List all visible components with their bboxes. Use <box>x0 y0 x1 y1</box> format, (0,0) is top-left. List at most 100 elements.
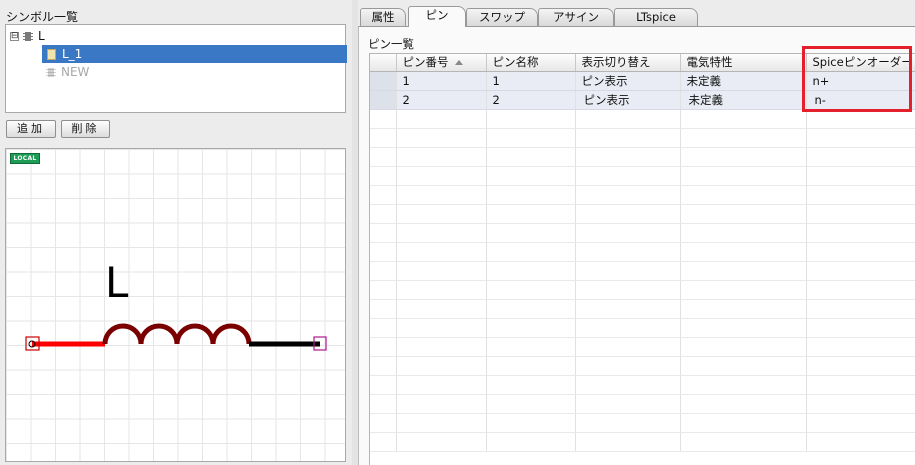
delete-button[interactable]: 削除 <box>61 120 110 138</box>
empty-cell <box>806 299 915 319</box>
table-row[interactable]: 1 1 ピン表示 未定義 n+ <box>370 71 915 91</box>
tree-item-label: NEW <box>61 65 90 79</box>
tree-item-l1[interactable]: L_1 <box>42 45 347 63</box>
empty-cell <box>370 318 397 338</box>
empty-row <box>370 432 915 452</box>
empty-cell <box>575 432 681 452</box>
empty-cell <box>575 185 681 205</box>
empty-cell <box>575 261 681 281</box>
empty-row <box>370 204 915 224</box>
tree-item-label: L_1 <box>62 47 83 61</box>
add-button[interactable]: 追加 <box>6 120 56 138</box>
empty-cell <box>680 242 807 262</box>
row-header-corner <box>370 54 397 72</box>
empty-cell <box>396 223 487 243</box>
empty-cell <box>680 337 807 357</box>
empty-cell <box>680 147 807 167</box>
empty-cell <box>486 204 576 224</box>
empty-cell <box>370 299 397 319</box>
empty-cell <box>806 147 915 167</box>
empty-cell <box>370 413 397 433</box>
pin-table[interactable]: ピン番号 ピン名称 表示切り替え 電気特性 Spiceピンオーダー 1 1 ピン… <box>369 53 915 465</box>
empty-cell <box>370 356 397 376</box>
empty-cell <box>370 242 397 262</box>
empty-cell <box>806 185 915 205</box>
empty-cell <box>486 223 576 243</box>
cell-display[interactable]: ピン表示 <box>575 90 681 110</box>
empty-cell <box>806 337 915 357</box>
cell-pin-number[interactable]: 1 <box>396 71 487 91</box>
empty-cell <box>680 185 807 205</box>
empty-row <box>370 147 915 167</box>
cell-pin-number[interactable]: 2 <box>396 90 487 110</box>
empty-cell <box>370 375 397 395</box>
empty-row <box>370 223 915 243</box>
tab-assign[interactable]: アサイン <box>538 8 614 27</box>
cell-pin-name[interactable]: 1 <box>486 71 576 91</box>
empty-cell <box>396 318 487 338</box>
empty-cell <box>396 413 487 433</box>
collapse-icon[interactable]: ⊟ <box>10 31 19 41</box>
tab-swap[interactable]: スワップ <box>466 8 538 27</box>
empty-cell <box>370 394 397 414</box>
cell-spice-order[interactable]: n+ <box>806 71 915 91</box>
empty-cell <box>575 147 681 167</box>
empty-cell <box>806 318 915 338</box>
empty-row <box>370 261 915 281</box>
empty-cell <box>370 223 397 243</box>
empty-cell <box>486 280 576 300</box>
cell-electrical[interactable]: 未定義 <box>680 71 807 91</box>
empty-row <box>370 356 915 376</box>
empty-cell <box>680 280 807 300</box>
empty-cell <box>806 261 915 281</box>
component-icon <box>46 67 56 78</box>
tab-ltspice[interactable]: LTspice <box>614 8 698 27</box>
cell-electrical[interactable]: 未定義 <box>680 90 807 110</box>
sort-ascending-icon <box>454 60 463 66</box>
row-header[interactable] <box>370 71 397 91</box>
empty-cell <box>396 432 487 452</box>
empty-cell <box>575 242 681 262</box>
empty-cell <box>370 280 397 300</box>
tree-item-root[interactable]: ⊟ L <box>10 27 45 45</box>
empty-cell <box>575 166 681 186</box>
cell-spice-order[interactable]: n- <box>806 90 915 110</box>
empty-cell <box>575 356 681 376</box>
empty-cell <box>370 109 397 129</box>
empty-cell <box>370 166 397 186</box>
row-header[interactable] <box>370 90 397 110</box>
column-header-electrical[interactable]: 電気特性 <box>680 54 807 72</box>
column-header-spice-order[interactable]: Spiceピンオーダー <box>806 54 915 72</box>
symbol-tree[interactable]: ⊟ L L_1 NEW <box>5 24 347 113</box>
empty-cell <box>680 261 807 281</box>
symbol-editor-canvas[interactable]: LOCAL L <box>5 148 346 462</box>
empty-cell <box>396 280 487 300</box>
empty-cell <box>806 109 915 129</box>
empty-cell <box>806 204 915 224</box>
empty-cell <box>680 432 807 452</box>
empty-cell <box>806 223 915 243</box>
coil[interactable] <box>102 323 252 345</box>
empty-row <box>370 375 915 395</box>
empty-row <box>370 185 915 205</box>
empty-cell <box>396 337 487 357</box>
empty-row <box>370 109 915 129</box>
empty-cell <box>396 261 487 281</box>
empty-cell <box>575 337 681 357</box>
empty-cell <box>680 166 807 186</box>
symbol-file-icon <box>47 48 56 60</box>
empty-cell <box>486 185 576 205</box>
empty-cell <box>486 318 576 338</box>
tab-pins[interactable]: ピン <box>408 6 466 27</box>
column-header-pin-number[interactable]: ピン番号 <box>396 54 487 72</box>
column-header-pin-name[interactable]: ピン名称 <box>486 54 576 72</box>
cell-pin-name[interactable]: 2 <box>486 90 576 110</box>
table-row[interactable]: 2 2 ピン表示 未定義 n- <box>370 90 915 110</box>
empty-cell <box>396 166 487 186</box>
tree-item-new[interactable]: NEW <box>46 63 89 81</box>
cell-display[interactable]: ピン表示 <box>575 71 681 91</box>
tab-attributes[interactable]: 属性 <box>360 8 406 27</box>
empty-cell <box>486 147 576 167</box>
empty-cell <box>575 394 681 414</box>
column-header-display-toggle[interactable]: 表示切り替え <box>575 54 681 72</box>
